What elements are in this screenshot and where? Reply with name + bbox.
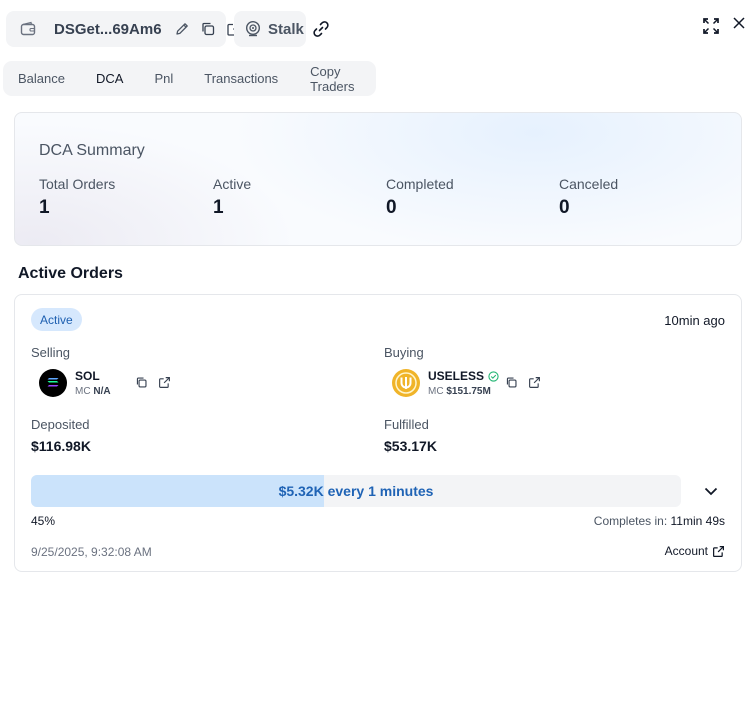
tab-pnl[interactable]: Pnl [154,71,173,86]
top-bar: DSGet...69Am6 Stalk [6,11,749,47]
wallet-name: DSGet...69Am6 [54,20,162,38]
expand-icon[interactable] [702,17,720,35]
close-icon[interactable] [731,15,747,31]
external-link-icon[interactable] [158,376,171,389]
copy-icon[interactable] [200,21,216,37]
stat-value: 1 [213,197,224,218]
selling-token[interactable]: SOL MC N/A [39,369,111,397]
pencil-icon[interactable] [174,21,190,37]
order-date: 9/25/2025, 9:32:08 AM [31,545,152,559]
token-mc: MC N/A [75,386,111,397]
completes-in: Completes in: 11min 49s [593,514,725,528]
progress-percent: 45% [31,514,56,528]
token-mc: MC $151.75M [428,386,491,397]
external-link-icon [712,545,725,558]
stat-label: Completed [386,176,454,192]
stat-label: Canceled [559,176,619,192]
deposited-value: $116.98K [31,438,91,454]
progress-text: $5.32K every 1 minutes [278,483,434,499]
copy-icon[interactable] [135,376,148,389]
tab-bar: Balance DCA Pnl Transactions Copy Trader… [3,61,376,96]
copy-icon[interactable] [505,376,518,389]
account-link[interactable]: Account [665,544,725,558]
stat-value: 0 [386,197,397,218]
stat-active: Active 1 [213,176,251,219]
dca-summary-card: DCA Summary Total Orders 1 Active 1 Comp… [14,112,742,246]
tab-copy-traders[interactable]: Copy Traders [310,64,376,94]
useless-logo-icon [392,369,420,397]
order-progress-bar: $5.32K every 1 minutes [31,475,681,507]
stat-total-orders: Total Orders 1 [39,176,115,219]
stalk-button[interactable]: Stalk [234,11,306,47]
verified-icon [488,370,499,382]
buying-label: Buying [384,345,424,360]
stat-label: Active [213,176,252,192]
stat-value: 1 [39,197,50,218]
link-icon[interactable] [311,19,331,39]
status-badge: Active [31,308,82,331]
stalk-label: Stalk [268,20,304,38]
token-symbol: USELESS [428,369,499,383]
selling-token-actions [135,376,181,389]
tab-balance[interactable]: Balance [18,71,65,86]
selling-label: Selling [31,345,71,360]
chevron-down-icon[interactable] [703,483,719,499]
token-symbol: SOL [75,369,100,383]
fulfilled-value: $53.17K [384,438,437,454]
external-link-icon[interactable] [528,376,541,389]
buying-token[interactable]: USELESS MC $151.75M [392,369,499,397]
wallet-pill: DSGet...69Am6 [6,11,241,47]
tab-dca[interactable]: DCA [96,71,123,86]
stalk-icon [244,20,262,38]
deposited-label: Deposited [31,417,90,432]
summary-title: DCA Summary [39,142,145,159]
stat-label: Total Orders [39,176,116,192]
order-card: Active 10min ago Selling Buying SOL MC N… [14,294,742,572]
stat-value: 0 [559,197,570,218]
stat-completed: Completed 0 [386,176,454,219]
tab-transactions[interactable]: Transactions [204,71,278,86]
order-time-ago: 10min ago [664,313,725,328]
sol-logo-icon [39,369,67,397]
stat-canceled: Canceled 0 [559,176,618,219]
buying-token-actions [505,376,551,389]
fulfilled-label: Fulfilled [384,417,429,432]
wallet-icon [20,21,36,37]
active-orders-title: Active Orders [18,265,123,282]
